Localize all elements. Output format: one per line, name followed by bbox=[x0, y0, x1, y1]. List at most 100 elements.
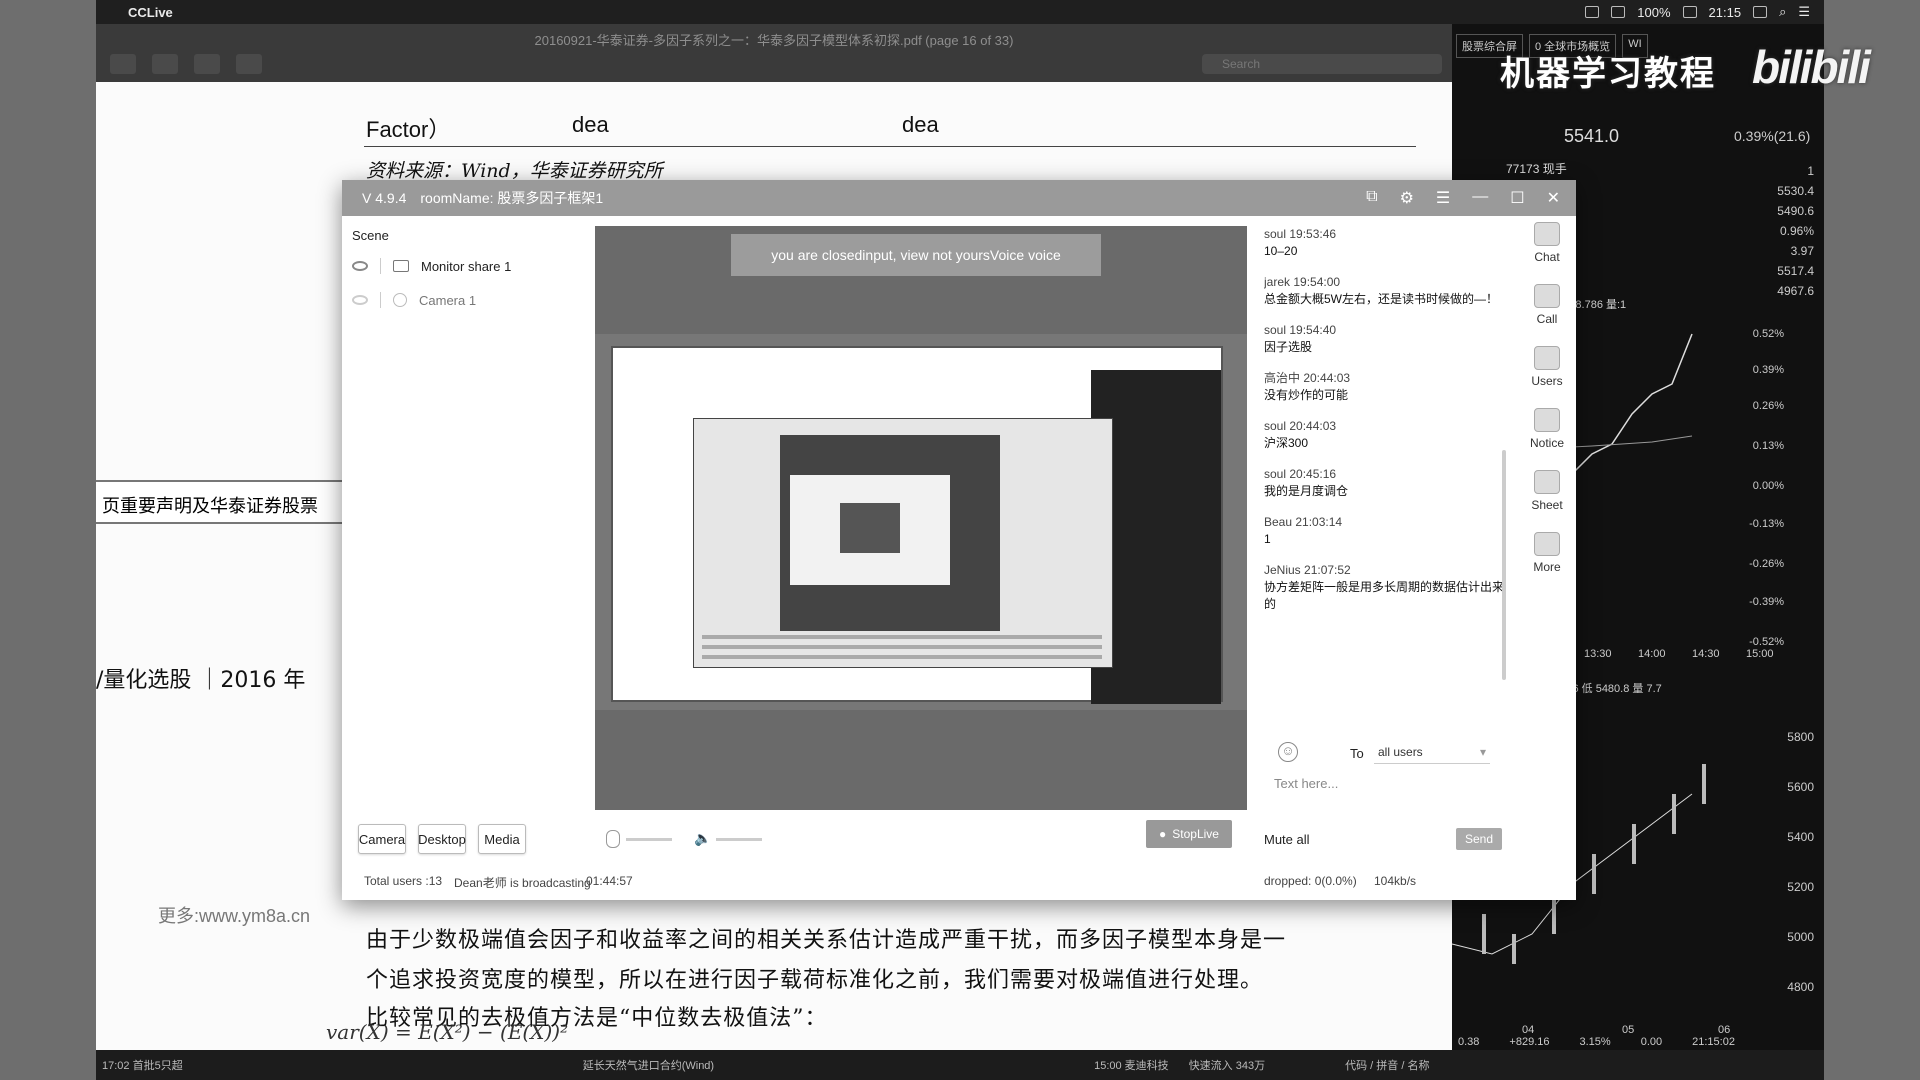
camera-button[interactable]: Camera bbox=[358, 824, 406, 854]
eye-off-icon[interactable] bbox=[352, 295, 368, 305]
speaker-volume-slider[interactable] bbox=[716, 838, 762, 841]
ticker-item[interactable]: 17:02 首批5只超 bbox=[102, 1057, 183, 1073]
volume-icon[interactable] bbox=[1611, 6, 1626, 18]
scene-item-monitor[interactable]: Monitor share 1 bbox=[352, 258, 511, 274]
month-tick: 05 bbox=[1622, 1024, 1635, 1036]
chat-message: soul 20:45:16 我的是月度调仓 bbox=[1264, 466, 1514, 500]
pdf-tools bbox=[110, 54, 262, 74]
scene-name: Monitor share 1 bbox=[421, 258, 512, 274]
pct-tick: -0.52% bbox=[1749, 636, 1784, 648]
wifi-icon[interactable] bbox=[1585, 6, 1600, 18]
spotlight-icon[interactable]: ⌕ bbox=[1779, 4, 1786, 20]
sidebar-users[interactable]: Users bbox=[1518, 346, 1576, 408]
stock-bottom-clock: 21:15:02 bbox=[1692, 1036, 1735, 1048]
battery-icon[interactable] bbox=[1682, 6, 1697, 18]
candle bbox=[1702, 764, 1706, 804]
zoom-in-button[interactable] bbox=[194, 54, 220, 74]
price-tick: 5000 bbox=[1787, 930, 1814, 944]
desktop-button[interactable]: Desktop bbox=[418, 824, 466, 854]
call-icon bbox=[1534, 284, 1560, 308]
bilibili-logo: bilibili bbox=[1752, 41, 1871, 93]
sidebar-notice[interactable]: Notice bbox=[1518, 408, 1576, 470]
stock-bottom-value: +829.16 bbox=[1509, 1036, 1550, 1048]
ticker-search[interactable]: 代码 / 拼音 / 名称 bbox=[1345, 1057, 1429, 1073]
menubar-clock[interactable]: 21:15 bbox=[1709, 5, 1742, 20]
pct-tick: -0.26% bbox=[1749, 558, 1784, 570]
chat-input[interactable]: Text here... bbox=[1274, 776, 1338, 791]
captured-text-line bbox=[702, 655, 1102, 659]
ticker-item[interactable]: 15:00 麦迪科技 bbox=[1094, 1057, 1169, 1073]
sidebar-more[interactable]: More bbox=[1518, 532, 1576, 594]
source-note: 资料来源：Wind，华泰证券研究所 bbox=[366, 160, 663, 182]
stock-value: 4967.6 bbox=[1777, 284, 1814, 298]
price-tick: 5800 bbox=[1787, 730, 1814, 744]
chevron-down-icon: ▾ bbox=[1479, 745, 1486, 759]
sidebar-toggle-button[interactable] bbox=[110, 54, 136, 74]
gear-icon[interactable]: ⚙ bbox=[1400, 188, 1414, 208]
preview-notice: you are closedinput, view not yoursVoice… bbox=[731, 234, 1101, 276]
share-button[interactable] bbox=[236, 54, 262, 74]
news-ticker: 17:02 首批5只超 延长天然气进口合约(Wind) 15:00 麦迪科技 快… bbox=[96, 1050, 1824, 1080]
candle bbox=[1482, 914, 1486, 954]
candle bbox=[1592, 854, 1596, 894]
popout-icon[interactable]: ⧉ bbox=[1366, 188, 1377, 208]
mic-volume-slider[interactable] bbox=[626, 838, 672, 841]
captured-text bbox=[702, 629, 1102, 659]
chat-text: 因子选股 bbox=[1264, 340, 1313, 354]
ticker-item[interactable]: 延长天然气进口合约(Wind) bbox=[583, 1057, 714, 1073]
chat-text: 没有炒作的可能 bbox=[1264, 388, 1349, 402]
divider bbox=[380, 292, 381, 308]
sidebar-call[interactable]: Call bbox=[1518, 284, 1576, 346]
disclaimer-banner: 页重要声明及华泰证券股票 bbox=[96, 480, 342, 524]
recipient-select[interactable]: all users ▾ bbox=[1374, 742, 1490, 764]
chat-scrollbar[interactable] bbox=[1502, 450, 1506, 680]
cclive-window: V 4.9.4 roomName: 股票多因子框架1 ⧉ ⚙ ☰ — ☐ ✕ S… bbox=[342, 180, 1576, 900]
speaker-icon[interactable]: 🔈 bbox=[694, 830, 711, 846]
microphone-icon[interactable] bbox=[606, 830, 620, 848]
price-tick: 4800 bbox=[1787, 980, 1814, 994]
sidebar-chat[interactable]: Chat bbox=[1518, 222, 1576, 284]
captured-window bbox=[693, 418, 1113, 668]
ticker-item[interactable]: 快速流入 343万 bbox=[1189, 1057, 1265, 1073]
menubar-app-name[interactable]: CCLive bbox=[128, 5, 173, 20]
send-button[interactable]: Send bbox=[1456, 828, 1502, 850]
maximize-icon[interactable]: ☐ bbox=[1510, 188, 1524, 208]
stock-bottom-value: 0.00 bbox=[1640, 1036, 1663, 1048]
mute-all-toggle[interactable]: Mute all bbox=[1264, 832, 1310, 847]
divider bbox=[380, 258, 381, 274]
stock-bottom-value: 3.15% bbox=[1579, 1036, 1611, 1048]
zoom-out-button[interactable] bbox=[152, 54, 178, 74]
menu-icon[interactable]: ☰ bbox=[1436, 188, 1450, 208]
stock-value: 3.97 bbox=[1790, 244, 1814, 258]
sidebar-label: Call bbox=[1536, 312, 1558, 326]
sidebar-sheet[interactable]: Sheet bbox=[1518, 470, 1576, 532]
chat-message: Beau 21:03:14 1 bbox=[1264, 514, 1514, 548]
pdf-search-input[interactable]: Search bbox=[1202, 54, 1442, 74]
sidebar-label: Chat bbox=[1534, 250, 1560, 264]
candle bbox=[1552, 894, 1556, 934]
candle bbox=[1672, 794, 1676, 834]
sidebar-label: Notice bbox=[1529, 436, 1564, 450]
scene-item-camera[interactable]: Camera 1 bbox=[352, 292, 476, 308]
captured-inner-preview bbox=[840, 503, 900, 553]
room-name: roomName: 股票多因子框架1 bbox=[420, 190, 604, 206]
menu-list-icon[interactable]: ☰ bbox=[1798, 4, 1810, 20]
chat-text: 我的是月度调仓 bbox=[1264, 484, 1349, 498]
to-label: To bbox=[1350, 746, 1364, 761]
battery-percent[interactable]: 100% bbox=[1637, 5, 1670, 20]
user-icon[interactable] bbox=[1753, 6, 1768, 18]
stream-preview: you are closedinput, view not yoursVoice… bbox=[595, 226, 1247, 810]
window-controls: ⧉ ⚙ ☰ — ☐ ✕ bbox=[1366, 188, 1576, 208]
minimize-icon[interactable]: — bbox=[1472, 188, 1488, 208]
stop-live-button[interactable]: ● StopLive bbox=[1146, 820, 1232, 848]
stock-value: 5530.4 bbox=[1777, 184, 1814, 198]
time-tick: 14:30 bbox=[1692, 648, 1720, 660]
chat-user: soul 20:45:16 bbox=[1264, 467, 1337, 481]
media-button[interactable]: Media bbox=[478, 824, 526, 854]
emoji-icon[interactable]: ☺ bbox=[1278, 742, 1298, 762]
eye-icon[interactable] bbox=[352, 261, 368, 271]
time-tick: 15:00 bbox=[1746, 648, 1774, 660]
close-icon[interactable]: ✕ bbox=[1547, 188, 1560, 208]
scene-panel: Scene Monitor share 1 Camera 1 bbox=[342, 216, 594, 806]
source-link[interactable]: 更多:www.ym8a.cn bbox=[158, 902, 310, 928]
